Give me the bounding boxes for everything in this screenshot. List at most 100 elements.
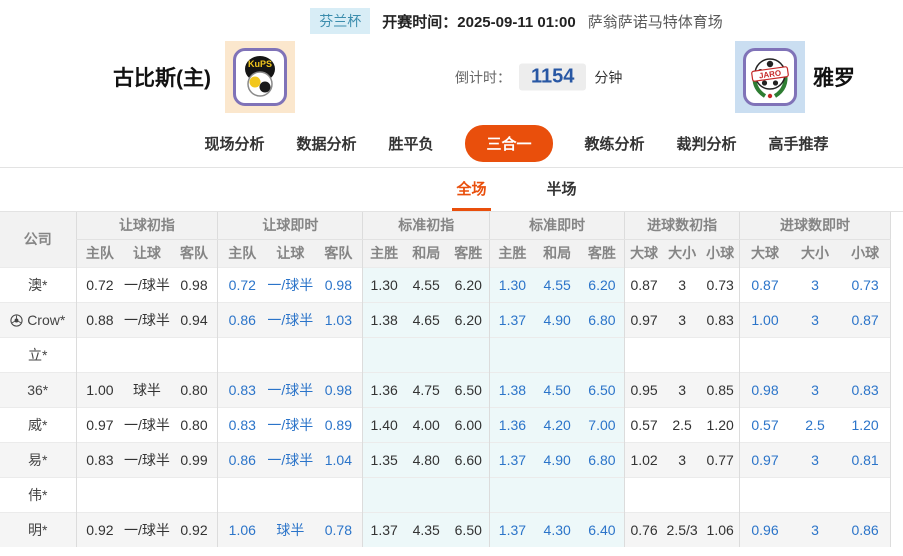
odds-cell bbox=[447, 337, 489, 372]
odds-cell: 1.36 bbox=[363, 372, 405, 407]
kickoff-time: 开赛时间：2025-09-11 01:00 bbox=[382, 11, 575, 32]
column-header: 主胜 bbox=[490, 239, 535, 267]
company-cell[interactable]: 易* bbox=[0, 442, 76, 477]
odds-cell: 0.97 bbox=[76, 407, 123, 442]
column-header: 小球 bbox=[840, 239, 890, 267]
table-row: 威*0.97一/球半0.800.83一/球半0.891.404.006.001.… bbox=[0, 407, 891, 442]
odds-cell: 0.80 bbox=[171, 407, 218, 442]
odds-cell bbox=[580, 337, 625, 372]
company-column-header: 公司 bbox=[0, 212, 76, 267]
odds-cell: 球半 bbox=[123, 372, 170, 407]
column-header: 客胜 bbox=[580, 239, 625, 267]
odds-cell: 4.20 bbox=[535, 407, 580, 442]
column-header: 客胜 bbox=[447, 239, 489, 267]
odds-cell: 0.99 bbox=[171, 442, 218, 477]
odds-cell bbox=[580, 477, 625, 512]
odds-cell: 1.37 bbox=[490, 302, 535, 337]
odds-cell: 6.80 bbox=[580, 302, 625, 337]
odds-cell: 6.60 bbox=[447, 442, 489, 477]
odds-cell bbox=[314, 477, 362, 512]
odds-cell: 6.80 bbox=[580, 442, 625, 477]
nav-tab-7[interactable]: 高手推荐 bbox=[769, 133, 829, 154]
odds-cell bbox=[663, 337, 701, 372]
company-cell[interactable]: 立* bbox=[0, 337, 76, 372]
odds-cell: 0.85 bbox=[701, 372, 739, 407]
odds-cell: 6.50 bbox=[447, 512, 489, 547]
odds-cell: 6.20 bbox=[580, 267, 625, 302]
odds-cell: 0.57 bbox=[625, 407, 663, 442]
company-cell[interactable]: 伟* bbox=[0, 477, 76, 512]
odds-cell: 1.30 bbox=[363, 267, 405, 302]
odds-table-body: 澳*0.72一/球半0.980.72一/球半0.981.304.556.201.… bbox=[0, 267, 891, 547]
odds-cell bbox=[535, 337, 580, 372]
odds-cell: 1.30 bbox=[490, 267, 535, 302]
countdown-label: 倒计时： bbox=[455, 67, 511, 87]
countdown-unit: 分钟 bbox=[594, 67, 622, 87]
company-cell[interactable]: 36* bbox=[0, 372, 76, 407]
company-cell[interactable]: Crow* bbox=[0, 302, 76, 337]
odds-cell: 1.20 bbox=[701, 407, 739, 442]
odds-cell: 4.75 bbox=[405, 372, 447, 407]
odds-cell bbox=[840, 337, 890, 372]
odds-cell bbox=[490, 337, 535, 372]
odds-cell bbox=[266, 477, 314, 512]
odds-cell bbox=[535, 477, 580, 512]
odds-cell bbox=[701, 337, 739, 372]
odds-cell: 0.57 bbox=[740, 407, 790, 442]
odds-cell bbox=[123, 337, 170, 372]
odds-cell: 一/球半 bbox=[266, 442, 314, 477]
column-header: 大球 bbox=[740, 239, 790, 267]
column-header: 客队 bbox=[171, 239, 218, 267]
odds-cell: 一/球半 bbox=[266, 302, 314, 337]
table-row: 伟* bbox=[0, 477, 891, 512]
countdown-value: 1154 bbox=[519, 64, 586, 91]
odds-cell bbox=[625, 337, 663, 372]
nav-tab-2[interactable]: 数据分析 bbox=[296, 133, 356, 154]
odds-cell: 3 bbox=[663, 442, 701, 477]
odds-cell bbox=[363, 337, 405, 372]
away-team-logo[interactable]: JARO bbox=[735, 41, 805, 113]
odds-cell: 3 bbox=[663, 372, 701, 407]
odds-cell: 4.65 bbox=[405, 302, 447, 337]
subtab-1[interactable]: 全场 bbox=[452, 168, 490, 211]
odds-cell: 0.92 bbox=[171, 512, 218, 547]
period-subtabs: 全场 半场 bbox=[0, 168, 903, 212]
away-team-name[interactable]: 雅罗 bbox=[813, 62, 855, 92]
odds-cell bbox=[218, 477, 266, 512]
home-team-logo[interactable]: KuPS bbox=[225, 41, 295, 113]
nav-tab-6[interactable]: 裁判分析 bbox=[677, 133, 737, 154]
nav-tab-4[interactable]: 三合一 bbox=[465, 125, 552, 162]
odds-cell: 4.55 bbox=[405, 267, 447, 302]
company-cell[interactable]: 澳* bbox=[0, 267, 76, 302]
odds-cell: 3 bbox=[790, 267, 840, 302]
match-info-bar: 芬兰杯 开赛时间：2025-09-11 01:00 萨翁萨诺马特体育场 bbox=[0, 0, 903, 34]
home-team-name[interactable]: 古比斯(主) bbox=[113, 62, 211, 92]
odds-cell: 1.37 bbox=[490, 512, 535, 547]
odds-cell: 0.83 bbox=[701, 302, 739, 337]
odds-cell: 0.73 bbox=[701, 267, 739, 302]
odds-cell: 1.40 bbox=[363, 407, 405, 442]
odds-cell: 0.98 bbox=[314, 372, 362, 407]
odds-cell: 2.5 bbox=[663, 407, 701, 442]
league-badge[interactable]: 芬兰杯 bbox=[310, 8, 370, 34]
odds-cell: 1.00 bbox=[740, 302, 790, 337]
company-cell[interactable]: 明* bbox=[0, 512, 76, 547]
odds-cell: 6.50 bbox=[447, 372, 489, 407]
nav-tab-1[interactable]: 现场分析 bbox=[204, 133, 264, 154]
odds-cell: 2.5/3 bbox=[663, 512, 701, 547]
nav-tab-5[interactable]: 教练分析 bbox=[585, 133, 645, 154]
nav-tab-3[interactable]: 胜平负 bbox=[388, 133, 433, 154]
column-header: 大球 bbox=[625, 239, 663, 267]
company-cell[interactable]: 威* bbox=[0, 407, 76, 442]
odds-cell: 3 bbox=[790, 372, 840, 407]
subtab-2[interactable]: 半场 bbox=[543, 168, 581, 211]
odds-cell: 1.36 bbox=[490, 407, 535, 442]
odds-cell bbox=[76, 477, 123, 512]
column-header: 大小 bbox=[790, 239, 840, 267]
odds-cell: 0.96 bbox=[740, 512, 790, 547]
odds-cell bbox=[663, 477, 701, 512]
teams-row: 古比斯(主) KuPS 倒计时： 1154 分钟 bbox=[0, 34, 903, 120]
odds-cell: 1.38 bbox=[363, 302, 405, 337]
odds-cell: 3 bbox=[790, 302, 840, 337]
odds-cell: 1.37 bbox=[363, 512, 405, 547]
